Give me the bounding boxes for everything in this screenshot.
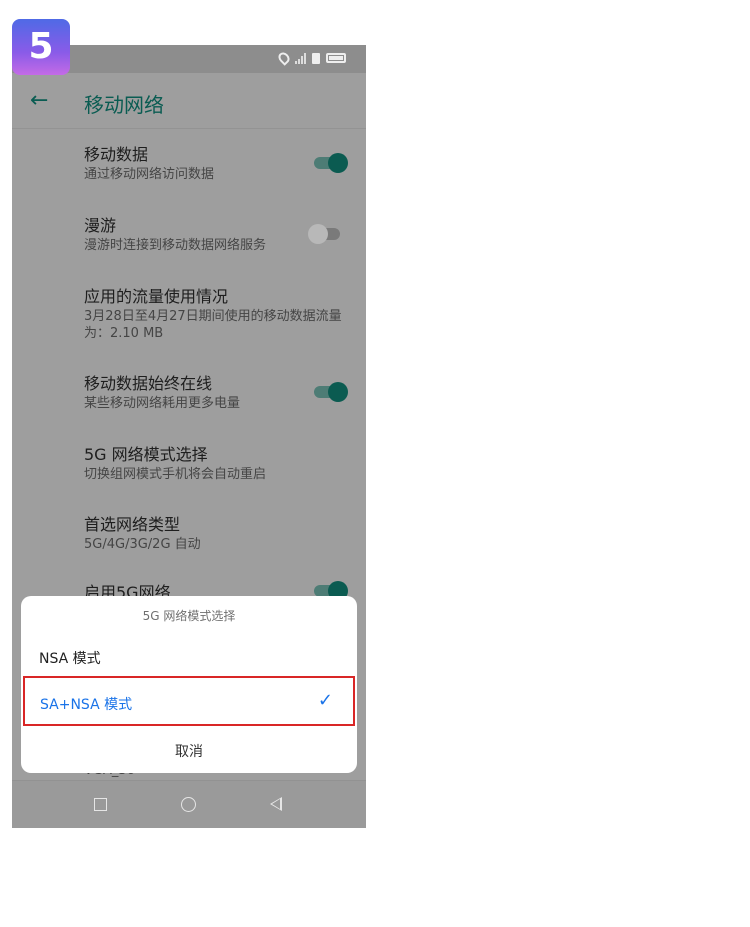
app-bar: ← 移动网络 bbox=[12, 73, 366, 129]
step-badge: 5 bbox=[12, 19, 70, 75]
cancel-button[interactable]: 取消 bbox=[21, 741, 357, 761]
setting-title: 5G 网络模式选择 bbox=[84, 445, 208, 464]
option-label: SA+NSA 模式 bbox=[40, 697, 133, 713]
check-icon: ✓ bbox=[317, 690, 333, 711]
setting-title: 应用的流量使用情况 bbox=[84, 287, 229, 306]
battery-icon bbox=[326, 53, 346, 63]
back-icon[interactable] bbox=[270, 797, 282, 811]
always-on-toggle[interactable] bbox=[314, 381, 348, 403]
page-title: 移动网络 bbox=[84, 93, 164, 117]
option-sa-nsa-mode[interactable]: SA+NSA 模式 ✓ bbox=[23, 676, 355, 726]
signal-icon bbox=[295, 52, 306, 64]
setting-app-data-usage[interactable]: 应用的流量使用情况 3月28日至4月27日期间使用的移动数据流量为：2.10 M… bbox=[84, 287, 360, 342]
back-arrow-icon[interactable]: ← bbox=[30, 87, 52, 115]
option-nsa-mode[interactable]: NSA 模式 bbox=[39, 648, 101, 668]
sim-icon bbox=[312, 52, 320, 64]
navigation-bar bbox=[12, 780, 366, 828]
setting-title: 首选网络类型 bbox=[84, 515, 181, 534]
setting-subtitle: 3月28日至4月27日期间使用的移动数据流量为：2.10 MB bbox=[84, 309, 342, 341]
location-icon bbox=[276, 50, 292, 66]
setting-subtitle: 切换组网模式手机将会自动重启 bbox=[84, 467, 267, 482]
network-mode-dialog: 5G 网络模式选择 NSA 模式 SA+NSA 模式 ✓ 取消 bbox=[21, 596, 357, 773]
setting-preferred-network[interactable]: 首选网络类型 5G/4G/3G/2G 自动 bbox=[84, 515, 360, 553]
mobile-data-toggle[interactable] bbox=[314, 152, 348, 174]
dialog-title: 5G 网络模式选择 bbox=[142, 609, 236, 623]
recents-icon[interactable] bbox=[94, 798, 107, 811]
setting-subtitle: 5G/4G/3G/2G 自动 bbox=[84, 537, 201, 552]
roaming-toggle[interactable] bbox=[308, 223, 344, 245]
home-icon[interactable] bbox=[181, 797, 196, 812]
setting-5g-mode[interactable]: 5G 网络模式选择 切换组网模式手机将会自动重启 bbox=[84, 445, 360, 483]
